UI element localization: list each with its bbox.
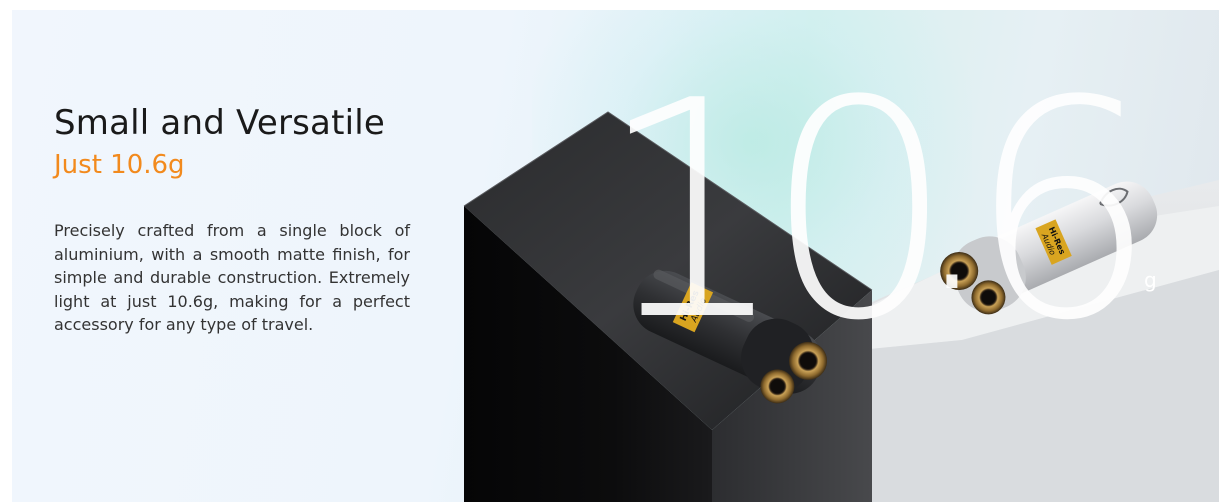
page-frame: Small and Versatile Just 10.6g Precisely…: [0, 0, 1219, 502]
weight-digit-3: 6: [967, 37, 1158, 386]
weight-digit-1: 1: [597, 37, 788, 386]
hero-banner: Small and Versatile Just 10.6g Precisely…: [12, 10, 1219, 502]
weight-unit: g: [1144, 268, 1157, 292]
